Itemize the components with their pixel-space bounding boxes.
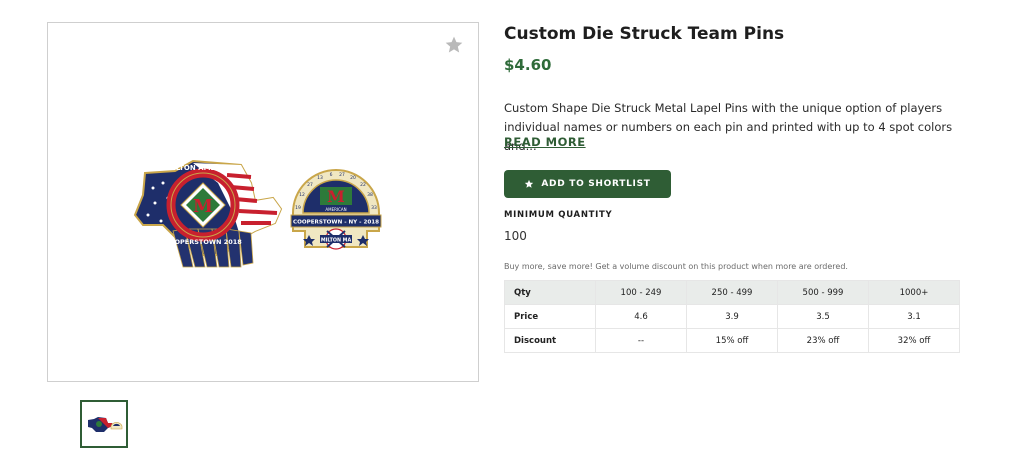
read-more-link[interactable]: READ MORE xyxy=(504,135,586,149)
table-row: Price 4.6 3.9 3.5 3.1 xyxy=(504,304,960,329)
volume-discount-note: Buy more, save more! Get a volume discou… xyxy=(504,262,848,271)
table-header-cell: 500 - 999 xyxy=(777,280,869,305)
right-pin: 191227 136 27 202238 33 M AMERICAN COOPER… xyxy=(290,169,382,250)
volume-pricing-table: Qty 100 - 249 250 - 499 500 - 999 1000+ … xyxy=(504,280,960,353)
svg-text:22: 22 xyxy=(360,182,366,188)
svg-text:13: 13 xyxy=(317,175,323,181)
svg-text:33: 33 xyxy=(371,205,377,211)
table-header-cell: 250 - 499 xyxy=(686,280,778,305)
table-cell: 3.9 xyxy=(686,304,778,329)
product-thumbnail[interactable] xyxy=(80,400,128,448)
star-icon xyxy=(525,179,534,188)
table-header-cell: 100 - 249 xyxy=(595,280,687,305)
product-price: $4.60 xyxy=(504,56,552,74)
right-pin-small-text: AMERICAN xyxy=(325,207,346,212)
table-header-row: Qty 100 - 249 250 - 499 500 - 999 1000+ xyxy=(504,280,960,305)
svg-text:27: 27 xyxy=(339,172,345,178)
right-pin-bottom-text: MILTON MA xyxy=(321,238,352,244)
svg-text:20: 20 xyxy=(350,175,356,181)
table-cell: 3.5 xyxy=(777,304,869,329)
table-header-cell: 1000+ xyxy=(868,280,960,305)
svg-text:27: 27 xyxy=(307,182,313,188)
svg-text:12: 12 xyxy=(299,192,305,198)
add-to-shortlist-button[interactable]: ADD TO SHORTLIST xyxy=(504,170,671,198)
svg-text:38: 38 xyxy=(367,192,373,198)
table-cell: 32% off xyxy=(868,328,960,353)
minimum-quantity-label: MINIMUM QUANTITY xyxy=(504,210,613,220)
table-cell: Price xyxy=(504,304,596,329)
table-cell: -- xyxy=(595,328,687,353)
left-pin: M MILTON AMERICAN COOPERSTOWN 2018 xyxy=(133,159,283,268)
table-cell: 23% off xyxy=(777,328,869,353)
table-header-cell: Qty xyxy=(504,280,596,305)
product-title: Custom Die Struck Team Pins xyxy=(504,24,785,44)
main-product-image[interactable]: M MILTON AMERICAN COOPERSTOWN 2018 19 12 2… xyxy=(47,22,479,382)
favorite-star-icon[interactable] xyxy=(444,35,464,55)
table-cell: 15% off xyxy=(686,328,778,353)
right-pin-band-text: COOPERSTOWN - NY - 2018 xyxy=(293,220,379,226)
left-pin-bottom-text: COOPERSTOWN 2018 xyxy=(164,238,242,246)
svg-text:19: 19 xyxy=(295,205,301,211)
table-cell: 3.1 xyxy=(868,304,960,329)
left-pin-arc-text: MILTON AMERICAN xyxy=(166,164,240,172)
thumbnail-pins-image xyxy=(88,417,123,432)
team-pins-image: M MILTON AMERICAN COOPERSTOWN 2018 19122… xyxy=(133,159,382,268)
table-cell: 4.6 xyxy=(595,304,687,329)
table-cell: Discount xyxy=(504,328,596,353)
shortlist-button-label: ADD TO SHORTLIST xyxy=(541,179,651,189)
right-pin-logo: M xyxy=(327,187,345,206)
minimum-quantity-value: 100 xyxy=(504,229,527,243)
left-pin-logo: M xyxy=(193,196,213,217)
table-row: Discount -- 15% off 23% off 32% off xyxy=(504,328,960,353)
svg-text:6: 6 xyxy=(330,172,333,178)
